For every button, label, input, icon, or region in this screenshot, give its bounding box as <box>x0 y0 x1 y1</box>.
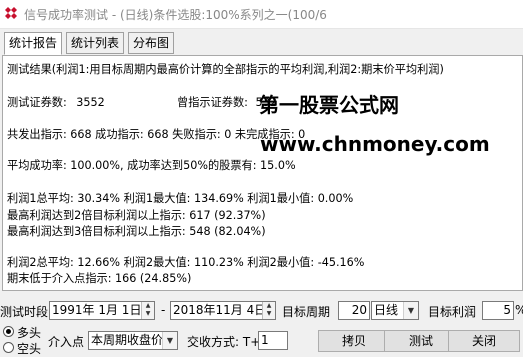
target-profit-unit: % <box>515 303 523 317</box>
test-period-label: 测试时段 <box>0 305 49 319</box>
chevron-down-icon[interactable]: ▼ <box>403 302 418 319</box>
entry-point-select[interactable]: 本周期收盘价 ▼ <box>88 331 178 350</box>
max-profit-3x-stat: 最高利润达到3倍目标利润以上指示: 548 (82.04%) <box>7 225 266 238</box>
start-date-spinner[interactable]: ▲ ▼ <box>141 302 154 319</box>
short-radio[interactable] <box>3 342 14 353</box>
close-button[interactable]: 关闭 <box>448 330 520 352</box>
success-rate-stat: 平均成功率: 100.00%, 成功率达到50%的股票有: 15.0% <box>7 159 296 172</box>
start-date-value: 1991年 1月 1日 <box>52 303 142 317</box>
target-profit-input[interactable]: 5 <box>482 301 514 320</box>
end-date-picker[interactable]: 2018年11月 4日 ▲ ▼ <box>170 301 276 320</box>
long-radio[interactable] <box>3 326 14 337</box>
tab-distribution-chart[interactable]: 分布图 <box>128 32 175 54</box>
tested-securities-label: 测试证券数: <box>7 96 67 109</box>
tested-securities-value: 3552 <box>76 96 105 109</box>
tab-statistics-report[interactable]: 统计报告 <box>4 32 63 55</box>
report-heading: 测试结果(利润1:用目标周期内最高价计算的全部指示的平均利润,利润2:期末价平均… <box>7 63 444 76</box>
end-date-value: 2018年11月 4日 <box>173 303 267 317</box>
settlement-input[interactable]: 1 <box>258 331 288 350</box>
entry-point-value: 本周期收盘价 <box>91 333 164 347</box>
start-date-picker[interactable]: 1991年 1月 1日 ▲ ▼ <box>49 301 155 320</box>
signaled-securities-label: 曾指示证券数: <box>177 96 248 109</box>
window-title: 信号成功率测试 - (日线)条件选股:100%系列之一(100/6 <box>24 8 327 22</box>
target-period-input[interactable]: 20 <box>338 301 370 320</box>
end-date-spinner[interactable]: ▲ ▼ <box>262 302 275 319</box>
settlement-label: 交收方式: T+ <box>187 335 261 349</box>
date-range-dash: - <box>161 303 166 317</box>
app-logo-icon <box>5 7 17 19</box>
period-unit-value: 日线 <box>374 303 399 317</box>
target-period-label: 目标周期 <box>282 305 331 319</box>
tab-statistics-list[interactable]: 统计列表 <box>66 32 125 54</box>
report-panel[interactable]: 测试结果(利润1:用目标周期内最高价计算的全部指示的平均利润,利润2:期末价平均… <box>2 55 523 291</box>
test-button[interactable]: 测试 <box>384 330 458 352</box>
max-profit-2x-stat: 最高利润达到2倍目标利润以上指示: 617 (92.37%) <box>7 209 266 222</box>
profit2-stat: 利润2总平均: 12.66% 利润2最大值: 110.23% 利润2最小值: -… <box>7 256 365 269</box>
watermark-title: 第一股票公式网 <box>259 93 399 117</box>
period-unit-select[interactable]: 日线 ▼ <box>371 301 419 320</box>
copy-button[interactable]: 拷贝 <box>318 330 390 352</box>
entry-point-label: 介入点 <box>48 335 85 349</box>
target-profit-label: 目标利润 <box>428 305 477 319</box>
chevron-down-icon[interactable]: ▼ <box>162 332 177 349</box>
long-radio-label: 多头 <box>17 326 42 340</box>
short-radio-label: 空头 <box>17 342 42 356</box>
profit1-stat: 利润1总平均: 30.34% 利润1最大值: 134.69% 利润1最小值: 0… <box>7 192 354 205</box>
title-bar: 信号成功率测试 - (日线)条件选股:100%系列之一(100/6 <box>0 0 523 29</box>
below-entry-stat: 期末低于介入点指示: 166 (24.85%) <box>7 272 192 285</box>
watermark-url: www.chnmoney.com <box>260 132 490 156</box>
tested-securities-stat: 测试证券数: 3552 <box>7 94 105 110</box>
